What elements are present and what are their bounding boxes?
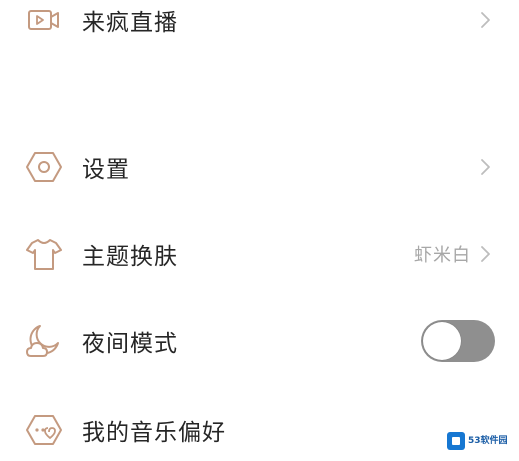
chevron-right-icon [479,244,493,264]
menu-item-label: 主题换肤 [82,244,178,270]
menu-item-label: 设置 [82,157,130,183]
site-watermark: 53软件园 [447,429,513,453]
menu-item-label: 来疯直播 [82,10,178,36]
chevron-right-icon [479,10,493,30]
menu-item-night-mode: 夜间模式 [0,311,519,371]
chevron-right-icon [479,157,493,177]
watermark-logo-icon [447,432,465,450]
hexagon-heart-icon [22,408,66,452]
moon-cloud-icon [22,319,66,363]
menu-item-music-preference[interactable]: 我的音乐偏好 [0,400,519,460]
video-camera-icon [22,0,66,42]
tshirt-icon [22,232,66,276]
menu-item-settings[interactable]: 设置 [0,137,519,197]
menu-item-label: 夜间模式 [82,331,178,357]
menu-item-live[interactable]: 来疯直播 [0,0,519,50]
menu-item-label: 我的音乐偏好 [82,420,226,446]
theme-current-value: 虾米白 [414,245,471,266]
toggle-knob [423,322,461,360]
night-mode-toggle[interactable] [421,320,495,362]
hexagon-gear-icon [22,145,66,189]
menu-item-theme[interactable]: 主题换肤 虾米白 [0,224,519,284]
watermark-text: 53软件园 [468,435,508,446]
